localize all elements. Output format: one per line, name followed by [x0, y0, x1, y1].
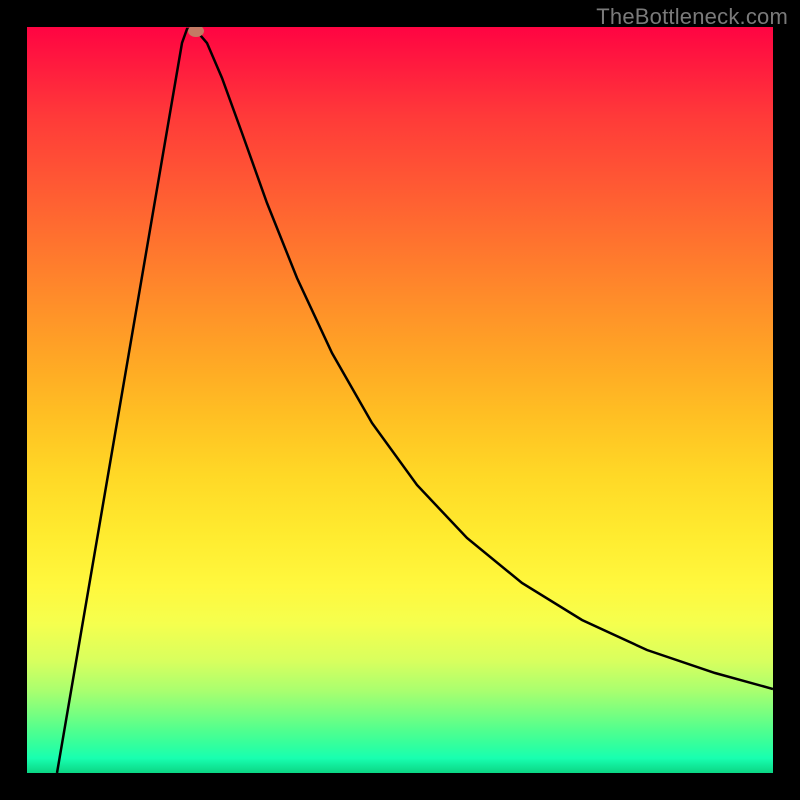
bottleneck-curve	[57, 29, 773, 773]
plot-area	[27, 27, 773, 773]
chart-frame: TheBottleneck.com	[0, 0, 800, 800]
curve-svg	[27, 27, 773, 773]
optimal-point-marker	[188, 27, 204, 37]
attribution-watermark: TheBottleneck.com	[596, 4, 788, 30]
